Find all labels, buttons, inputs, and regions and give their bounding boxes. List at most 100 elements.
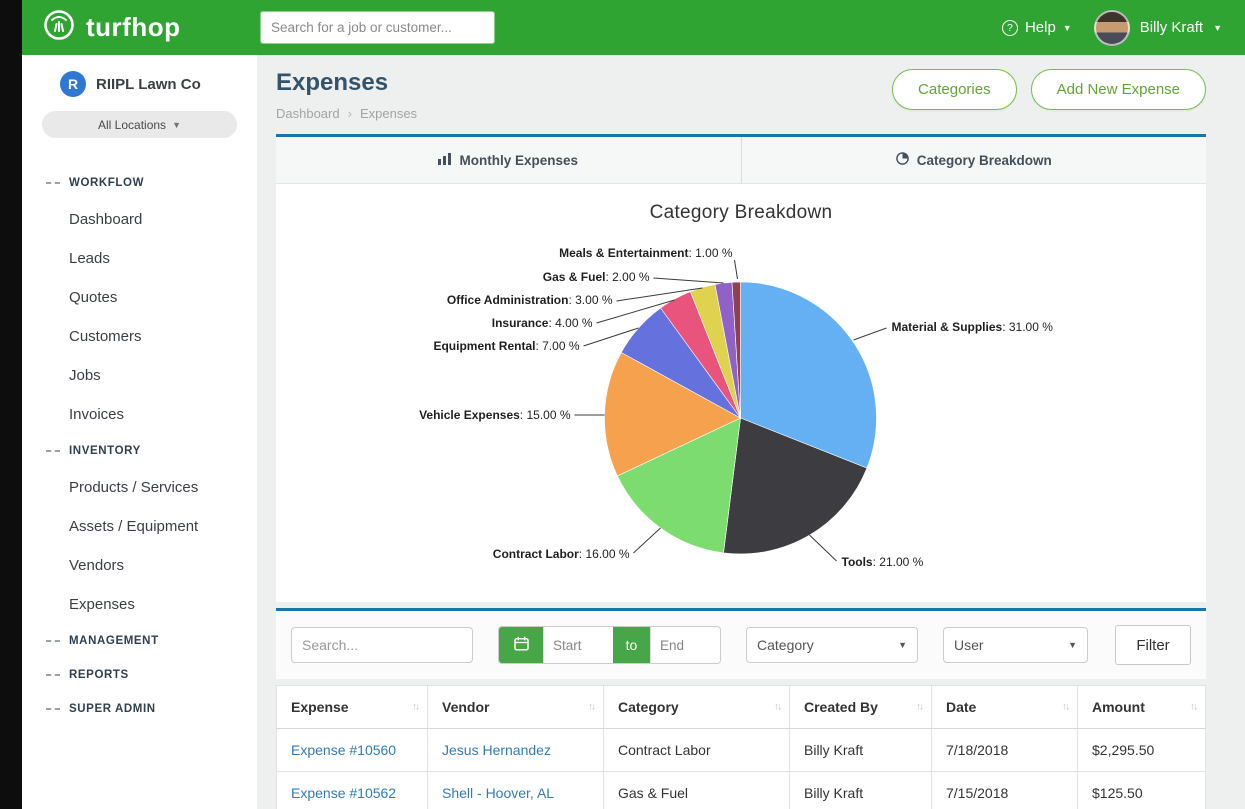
end-date-input[interactable] — [650, 627, 720, 663]
sort-icon[interactable]: ↑↓ — [412, 702, 418, 713]
vendor-link[interactable]: Jesus Hernandez — [428, 729, 604, 772]
amount-cell: $125.50 — [1078, 772, 1206, 809]
category-cell: Gas & Fuel — [604, 772, 790, 809]
nav-section-reports[interactable]: REPORTS — [22, 658, 257, 692]
pie-label: Equipment Rental: 7.00 % — [433, 339, 579, 353]
sidebar-item-invoices[interactable]: Invoices — [22, 395, 257, 434]
pie-label: Gas & Fuel: 2.00 % — [543, 270, 650, 284]
dashes-icon — [46, 450, 60, 452]
dashes-icon — [46, 674, 60, 676]
brand-name: turfhop — [86, 12, 180, 43]
nav-section-workflow[interactable]: WORKFLOW — [22, 166, 257, 200]
expenses-table: Expense↑↓ Vendor↑↓ Category↑↓ Created By… — [276, 685, 1206, 809]
sort-icon[interactable]: ↑↓ — [1062, 702, 1068, 713]
pie-label-line — [654, 278, 724, 283]
sidebar-item-products-services[interactable]: Products / Services — [22, 468, 257, 507]
sort-icon[interactable]: ↑↓ — [1190, 702, 1196, 713]
help-menu[interactable]: ? Help ▼ — [1002, 19, 1072, 36]
filter-button[interactable]: Filter — [1115, 625, 1191, 665]
nav-section-inventory[interactable]: INVENTORY — [22, 434, 257, 468]
location-selector-label: All Locations — [98, 118, 166, 132]
nav-section-label: INVENTORY — [69, 445, 141, 457]
expenses-chart-panel: Monthly Expenses Category Breakdown Cate… — [276, 134, 1206, 602]
pie-label: Vehicle Expenses: 15.00 % — [419, 408, 571, 422]
main-content: Expenses Dashboard › Expenses Categories… — [257, 55, 1245, 809]
user-menu[interactable]: Billy Kraft ▼ — [1094, 10, 1222, 46]
date-range-group: to — [498, 626, 721, 664]
table-row: Expense #10560 Jesus Hernandez Contract … — [277, 729, 1206, 772]
help-label: Help — [1025, 19, 1056, 36]
chevron-down-icon: ▼ — [1063, 23, 1072, 33]
chart-tabs: Monthly Expenses Category Breakdown — [276, 137, 1206, 184]
nav-section-label: WORKFLOW — [69, 177, 144, 189]
category-select[interactable]: Category ▼ — [746, 627, 918, 663]
company-name: RIIPL Lawn Co — [96, 76, 201, 93]
table-search-input[interactable] — [291, 627, 473, 663]
expense-link[interactable]: Expense #10562 — [277, 772, 428, 809]
column-header-date[interactable]: Date↑↓ — [932, 686, 1078, 729]
company-header: R RIIPL Lawn Co — [22, 71, 257, 97]
column-header-amount[interactable]: Amount↑↓ — [1078, 686, 1206, 729]
breadcrumb-dashboard[interactable]: Dashboard — [276, 106, 340, 121]
breadcrumb-expenses: Expenses — [360, 106, 417, 121]
amount-cell: $2,295.50 — [1078, 729, 1206, 772]
column-header-expense[interactable]: Expense↑↓ — [277, 686, 428, 729]
bar-chart-icon — [438, 153, 451, 168]
sidebar-item-dashboard[interactable]: Dashboard — [22, 200, 257, 239]
sidebar-item-assets-equipment[interactable]: Assets / Equipment — [22, 507, 257, 546]
sidebar-item-vendors[interactable]: Vendors — [22, 546, 257, 585]
table-header-row: Expense↑↓ Vendor↑↓ Category↑↓ Created By… — [277, 686, 1206, 729]
calendar-button[interactable] — [499, 627, 543, 663]
pie-label-line — [634, 528, 661, 553]
nav-section-label: REPORTS — [69, 669, 129, 681]
dashes-icon — [46, 708, 60, 710]
pie-label: Contract Labor: 16.00 % — [493, 547, 630, 561]
brand-logo[interactable]: turfhop — [42, 8, 260, 47]
category-select-value: Category — [757, 637, 814, 653]
pie-chart: Material & Supplies: 31.00 %Tools: 21.00… — [276, 228, 1206, 583]
start-date-input[interactable] — [543, 627, 613, 663]
nav-section-management[interactable]: MANAGEMENT — [22, 624, 257, 658]
sidebar-item-quotes[interactable]: Quotes — [22, 278, 257, 317]
created-by-cell: Billy Kraft — [790, 729, 932, 772]
global-search-input[interactable] — [260, 11, 495, 44]
date-cell: 7/18/2018 — [932, 729, 1078, 772]
pie-label-line — [854, 328, 887, 340]
nav-section-super-admin[interactable]: SUPER ADMIN — [22, 692, 257, 726]
pie-label: Tools: 21.00 % — [842, 555, 924, 569]
turfhop-logo-icon — [42, 8, 76, 47]
select-arrow-icon: ▼ — [1068, 640, 1077, 650]
date-range-to-label: to — [613, 627, 650, 663]
help-icon: ? — [1002, 20, 1018, 36]
select-arrow-icon: ▼ — [898, 640, 907, 650]
categories-button[interactable]: Categories — [892, 69, 1017, 110]
location-selector[interactable]: All Locations ▼ — [42, 111, 237, 138]
chevron-down-icon: ▼ — [172, 120, 181, 130]
pie-chart-icon — [896, 152, 909, 168]
sort-icon[interactable]: ↑↓ — [916, 702, 922, 713]
sidebar-item-expenses[interactable]: Expenses — [22, 585, 257, 624]
sidebar-item-leads[interactable]: Leads — [22, 239, 257, 278]
expense-link[interactable]: Expense #10560 — [277, 729, 428, 772]
breadcrumb: Dashboard › Expenses — [276, 106, 417, 121]
sort-icon[interactable]: ↑↓ — [774, 702, 780, 713]
sidebar-item-customers[interactable]: Customers — [22, 317, 257, 356]
sort-icon[interactable]: ↑↓ — [588, 702, 594, 713]
column-header-created-by[interactable]: Created By↑↓ — [790, 686, 932, 729]
column-header-vendor[interactable]: Vendor↑↓ — [428, 686, 604, 729]
topbar: turfhop ? Help ▼ Billy Kraft ▼ — [22, 0, 1245, 55]
vendor-link[interactable]: Shell - Hoover, AL — [428, 772, 604, 809]
table-row: Expense #10562 Shell - Hoover, AL Gas & … — [277, 772, 1206, 809]
user-select[interactable]: User ▼ — [943, 627, 1088, 663]
sidebar-nav: WORKFLOW Dashboard Leads Quotes Customer… — [22, 166, 257, 726]
pie-label: Insurance: 4.00 % — [492, 316, 593, 330]
left-edge-strip — [0, 0, 22, 809]
sidebar-item-jobs[interactable]: Jobs — [22, 356, 257, 395]
add-new-expense-button[interactable]: Add New Expense — [1031, 69, 1206, 110]
pie-label-line — [810, 535, 837, 561]
nav-section-label: SUPER ADMIN — [69, 703, 156, 715]
chart-area: Category Breakdown Material & Supplies: … — [276, 184, 1206, 602]
tab-category-breakdown[interactable]: Category Breakdown — [742, 137, 1207, 183]
column-header-category[interactable]: Category↑↓ — [604, 686, 790, 729]
tab-monthly-expenses[interactable]: Monthly Expenses — [276, 137, 742, 183]
